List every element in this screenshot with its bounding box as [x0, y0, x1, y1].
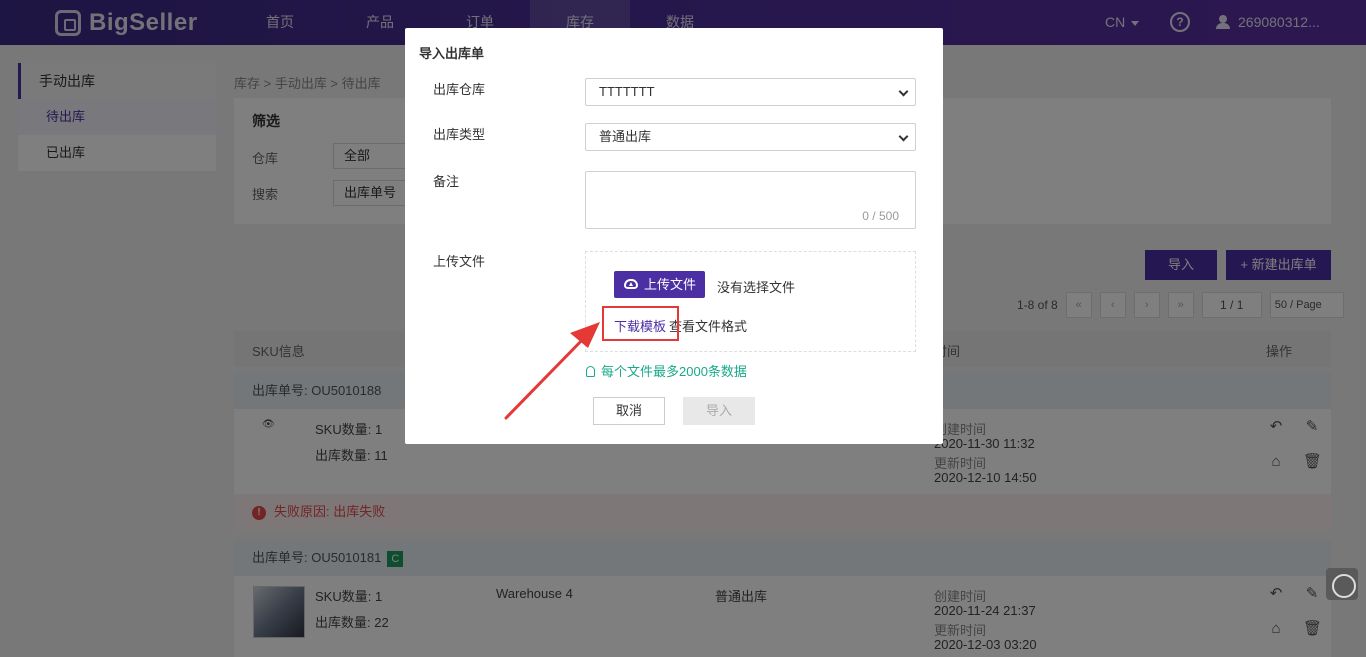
warehouse-select[interactable]: TTTTTTT: [585, 78, 916, 106]
chevron-down-icon: [898, 86, 909, 97]
upload-file-button[interactable]: 上传文件: [614, 271, 705, 298]
support-widget-icon[interactable]: [1326, 568, 1358, 600]
annotation-highlight-box: [602, 306, 679, 341]
lightbulb-icon: [586, 366, 595, 377]
type-select[interactable]: 普通出库: [585, 123, 916, 151]
remark-label: 备注: [433, 174, 460, 189]
chevron-down-icon: [898, 131, 909, 142]
import-submit-button[interactable]: 导入: [683, 397, 755, 425]
type-select-value: 普通出库: [599, 129, 652, 144]
dialog-title: 导入出库单: [419, 46, 485, 61]
import-outbound-dialog: 导入出库单 出库仓库 TTTTTTT 出库类型 普通出库 备注 0 / 500 …: [405, 28, 943, 444]
no-file-text: 没有选择文件: [717, 280, 796, 295]
upload-button-label: 上传文件: [644, 277, 697, 292]
cloud-upload-icon: [624, 279, 638, 289]
warehouse-label: 出库仓库: [433, 82, 486, 97]
upload-label: 上传文件: [433, 254, 486, 269]
remark-textarea[interactable]: 0 / 500: [585, 171, 916, 229]
remark-char-count: 0 / 500: [862, 209, 899, 223]
warehouse-select-value: TTTTTTT: [599, 84, 655, 99]
type-label: 出库类型: [433, 127, 486, 142]
view-format-link[interactable]: 查看文件格式: [669, 316, 747, 335]
cancel-button[interactable]: 取消: [593, 397, 665, 425]
upload-tip: 每个文件最多2000条数据: [586, 361, 747, 380]
upload-tip-text: 每个文件最多2000条数据: [601, 364, 747, 379]
